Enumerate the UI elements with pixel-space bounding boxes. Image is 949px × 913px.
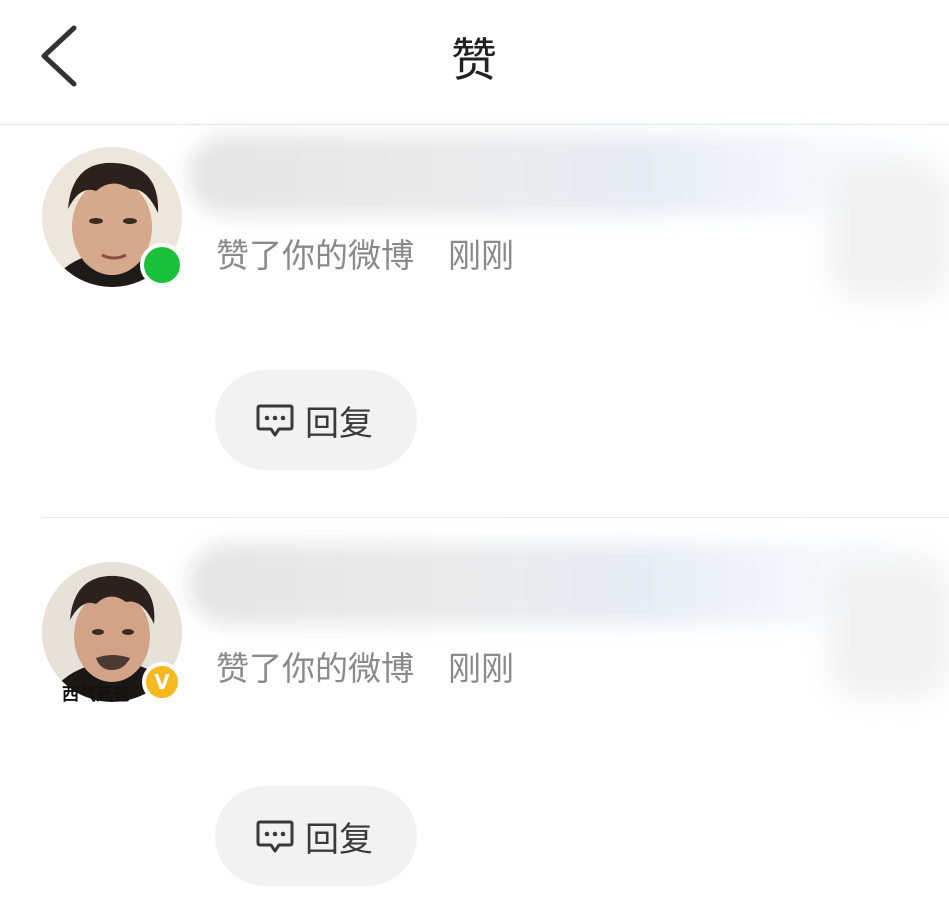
comment-bubble-icon <box>256 820 294 853</box>
comment-bubble-icon <box>256 404 294 437</box>
avatar-caption: 西气死爸 <box>62 685 130 705</box>
top-navigation-bar: 赞 <box>0 0 949 125</box>
verified-badge: V <box>142 662 182 702</box>
notification-text: 赞了你的微博 刚刚 <box>216 642 514 690</box>
action-text: 赞了你的微博 <box>216 649 414 688</box>
timestamp: 刚刚 <box>448 649 514 688</box>
redacted-area <box>830 558 949 698</box>
online-status-badge <box>140 243 184 287</box>
notification-item[interactable]: 赞了你的微博 刚刚 回复 <box>0 125 949 520</box>
redacted-area <box>830 160 949 300</box>
reply-label: 回复 <box>305 404 373 444</box>
timestamp: 刚刚 <box>448 236 514 275</box>
notification-item[interactable]: 西气死爸 V 赞了你的微博 刚刚 回复 <box>0 518 949 913</box>
page-title: 赞 <box>451 33 498 87</box>
reply-button[interactable]: 回复 <box>215 370 417 470</box>
avatar[interactable]: 西气死爸 V <box>42 562 182 705</box>
action-text: 赞了你的微博 <box>216 236 414 275</box>
notification-text: 赞了你的微博 刚刚 <box>216 229 514 277</box>
avatar[interactable] <box>42 147 184 287</box>
reply-label: 回复 <box>305 820 373 860</box>
reply-button[interactable]: 回复 <box>215 786 417 886</box>
